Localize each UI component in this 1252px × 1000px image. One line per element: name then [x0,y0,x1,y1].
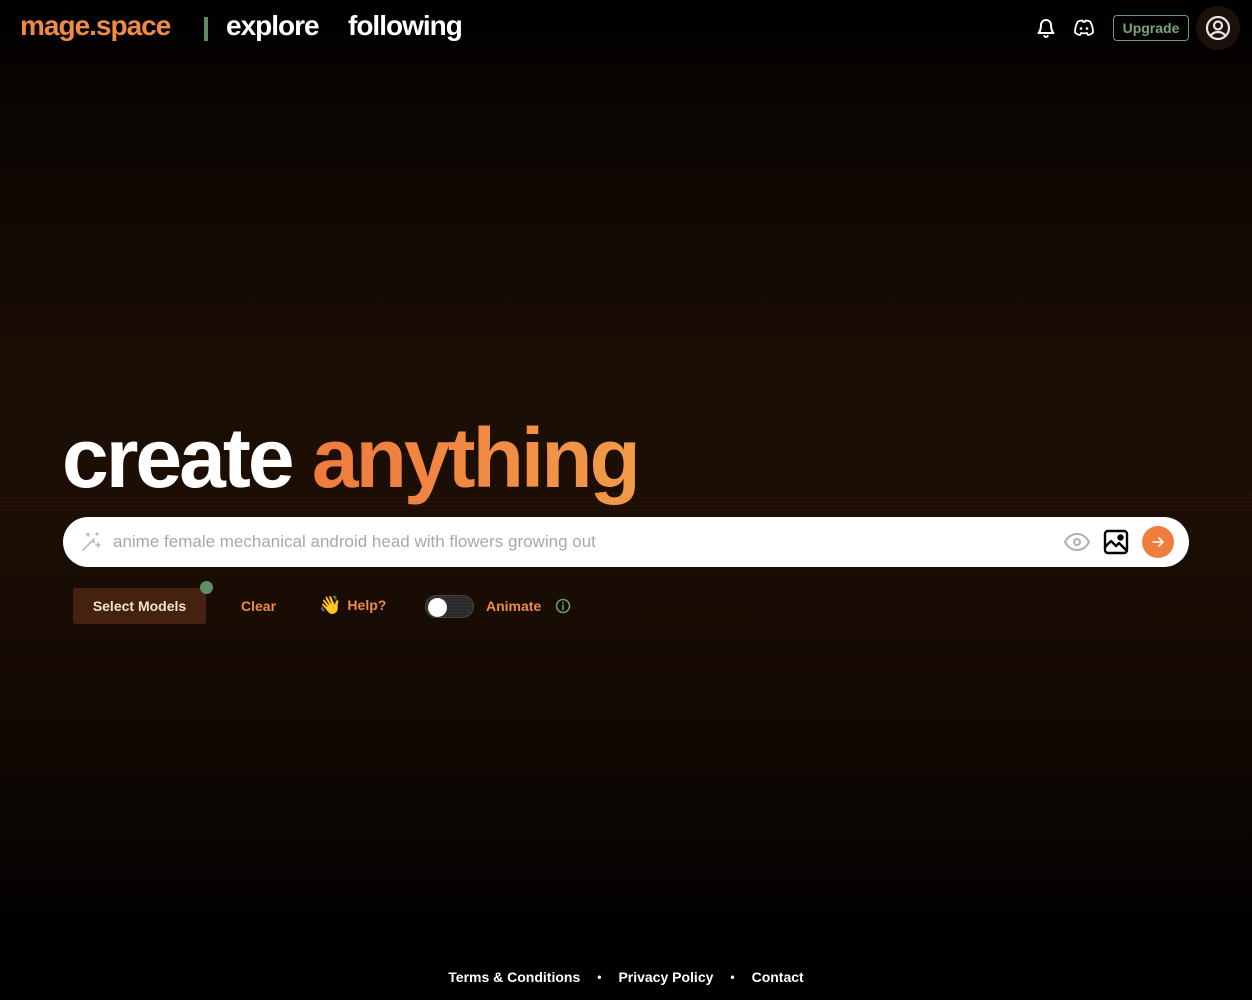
footer-link-contact[interactable]: Contact [752,969,804,985]
footer-separator: • [597,970,602,984]
footer: Terms & Conditions • Privacy Policy • Co… [0,969,1252,985]
nav-divider [204,17,208,41]
footer-separator: • [730,970,735,984]
nav-explore[interactable]: explore [226,10,320,42]
bell-icon[interactable] [1034,16,1058,40]
nav-following[interactable]: following [348,10,463,42]
upgrade-button[interactable]: Upgrade [1113,15,1189,41]
status-indicator-dot [200,581,213,594]
user-circle-icon [1205,15,1231,41]
footer-link-privacy[interactable]: Privacy Policy [618,969,713,985]
submit-button[interactable] [1142,526,1174,558]
help-button[interactable]: 👋 Help? [319,595,386,615]
toggle-knob [428,597,447,617]
magic-wand-icon [79,530,103,559]
clear-button[interactable]: Clear [241,598,276,614]
decorative-dot-band [0,492,1252,510]
profile-avatar[interactable] [1196,6,1240,50]
info-icon[interactable] [555,598,571,619]
brand-logo[interactable]: mage.space [20,10,171,42]
hero-word-create: create [62,411,295,505]
hero-word-anything: anything [311,411,641,505]
help-label: Help? [347,597,387,613]
waving-hand-icon: 👋 [319,595,342,615]
animate-toggle[interactable] [425,595,474,618]
prompt-bar [63,517,1189,567]
eye-icon[interactable] [1063,530,1091,559]
top-nav: mage.space explore following Upgrade [0,0,1252,56]
prompt-input[interactable] [113,517,1043,567]
arrow-right-icon [1152,537,1164,547]
image-upload-icon[interactable] [1103,529,1129,560]
footer-link-terms[interactable]: Terms & Conditions [448,969,580,985]
select-models-button[interactable]: Select Models [73,588,206,624]
discord-icon[interactable] [1072,16,1096,40]
animate-label: Animate [486,598,542,614]
